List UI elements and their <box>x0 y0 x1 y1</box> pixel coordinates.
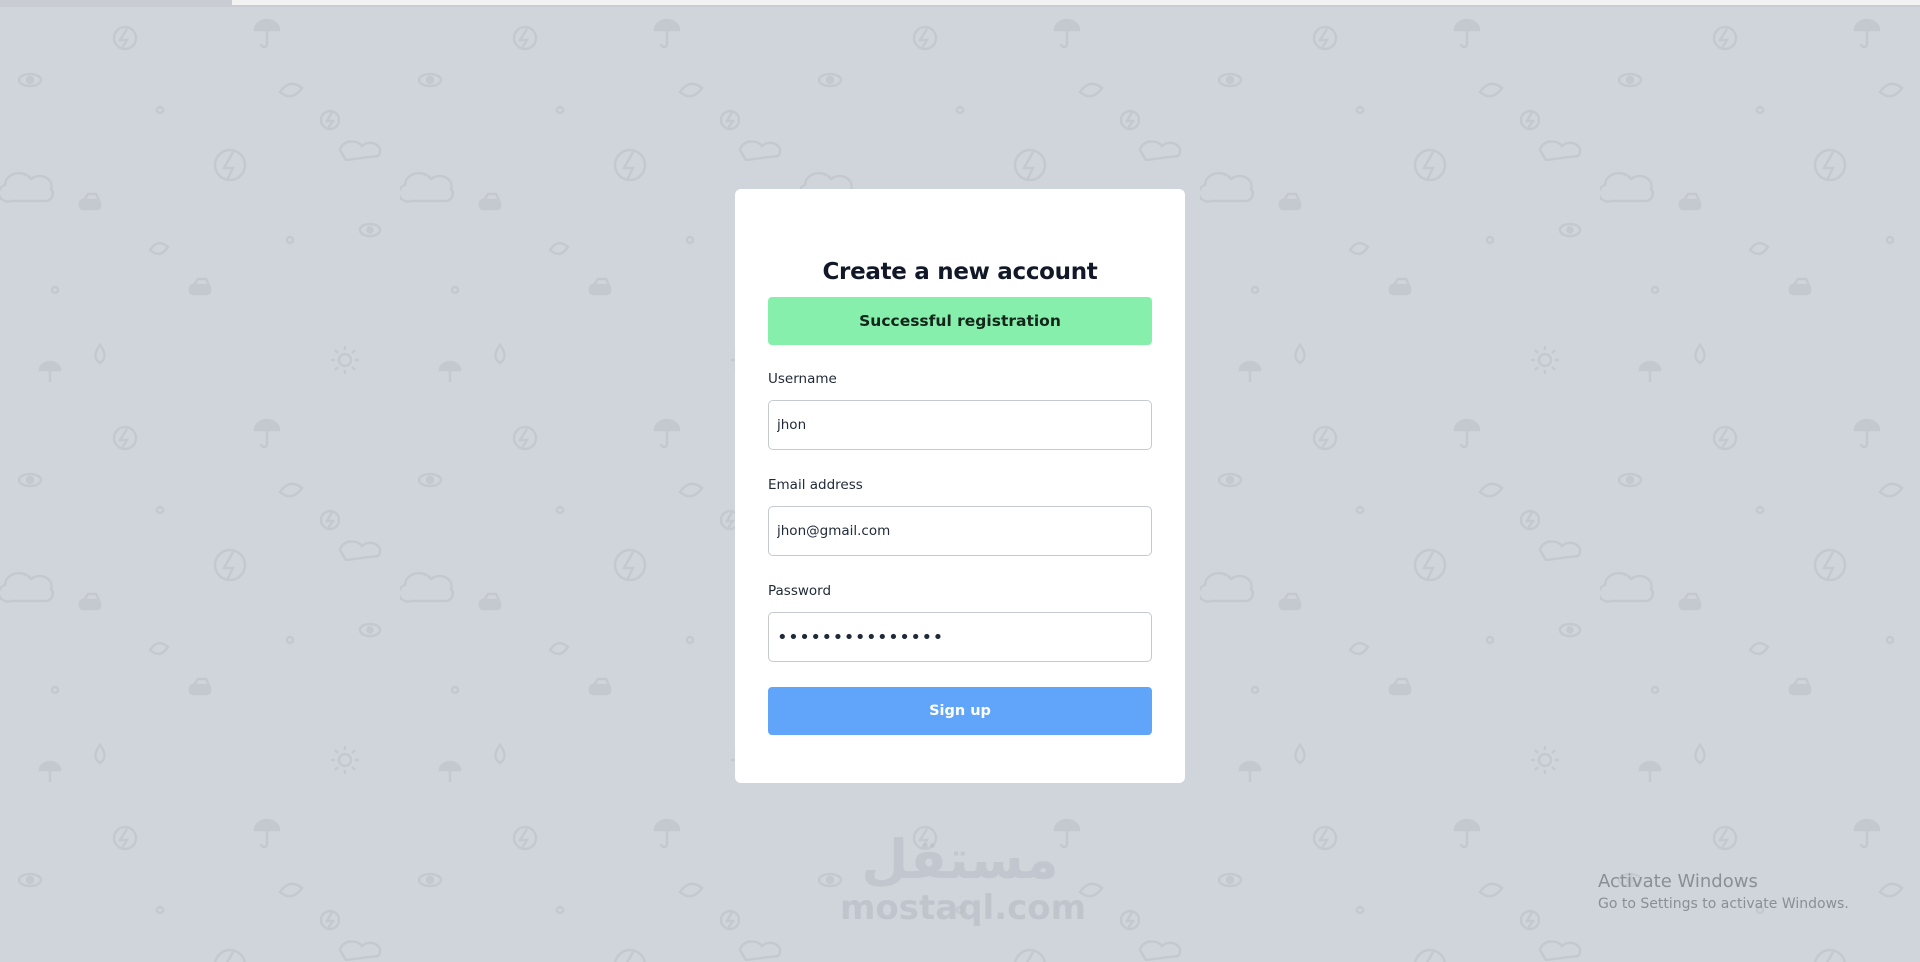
success-alert-text: Successful registration <box>859 312 1061 330</box>
username-input[interactable] <box>768 400 1152 450</box>
activate-windows-subtitle: Go to Settings to activate Windows. <box>1598 896 1849 912</box>
watermark: مستقل mostaql.com <box>840 828 1087 928</box>
email-input[interactable] <box>768 506 1152 556</box>
activate-windows-notice: Activate Windows Go to Settings to activ… <box>1598 870 1849 914</box>
page-title: Create a new account <box>822 259 1098 285</box>
password-input[interactable] <box>768 612 1152 662</box>
success-alert: Successful registration <box>768 297 1152 345</box>
password-label: Password <box>768 583 832 599</box>
activate-windows-title: Activate Windows <box>1598 871 1758 892</box>
browser-top-bar <box>0 0 1920 7</box>
username-label: Username <box>768 371 837 387</box>
watermark-url: mostaql.com <box>840 888 1087 928</box>
signup-card: Create a new account Successful registra… <box>735 189 1185 783</box>
watermark-logo: مستقل <box>861 828 1059 891</box>
sign-up-button[interactable]: Sign up <box>768 687 1152 735</box>
email-label: Email address <box>768 477 863 493</box>
browser-top-bar-strip <box>232 0 1920 5</box>
